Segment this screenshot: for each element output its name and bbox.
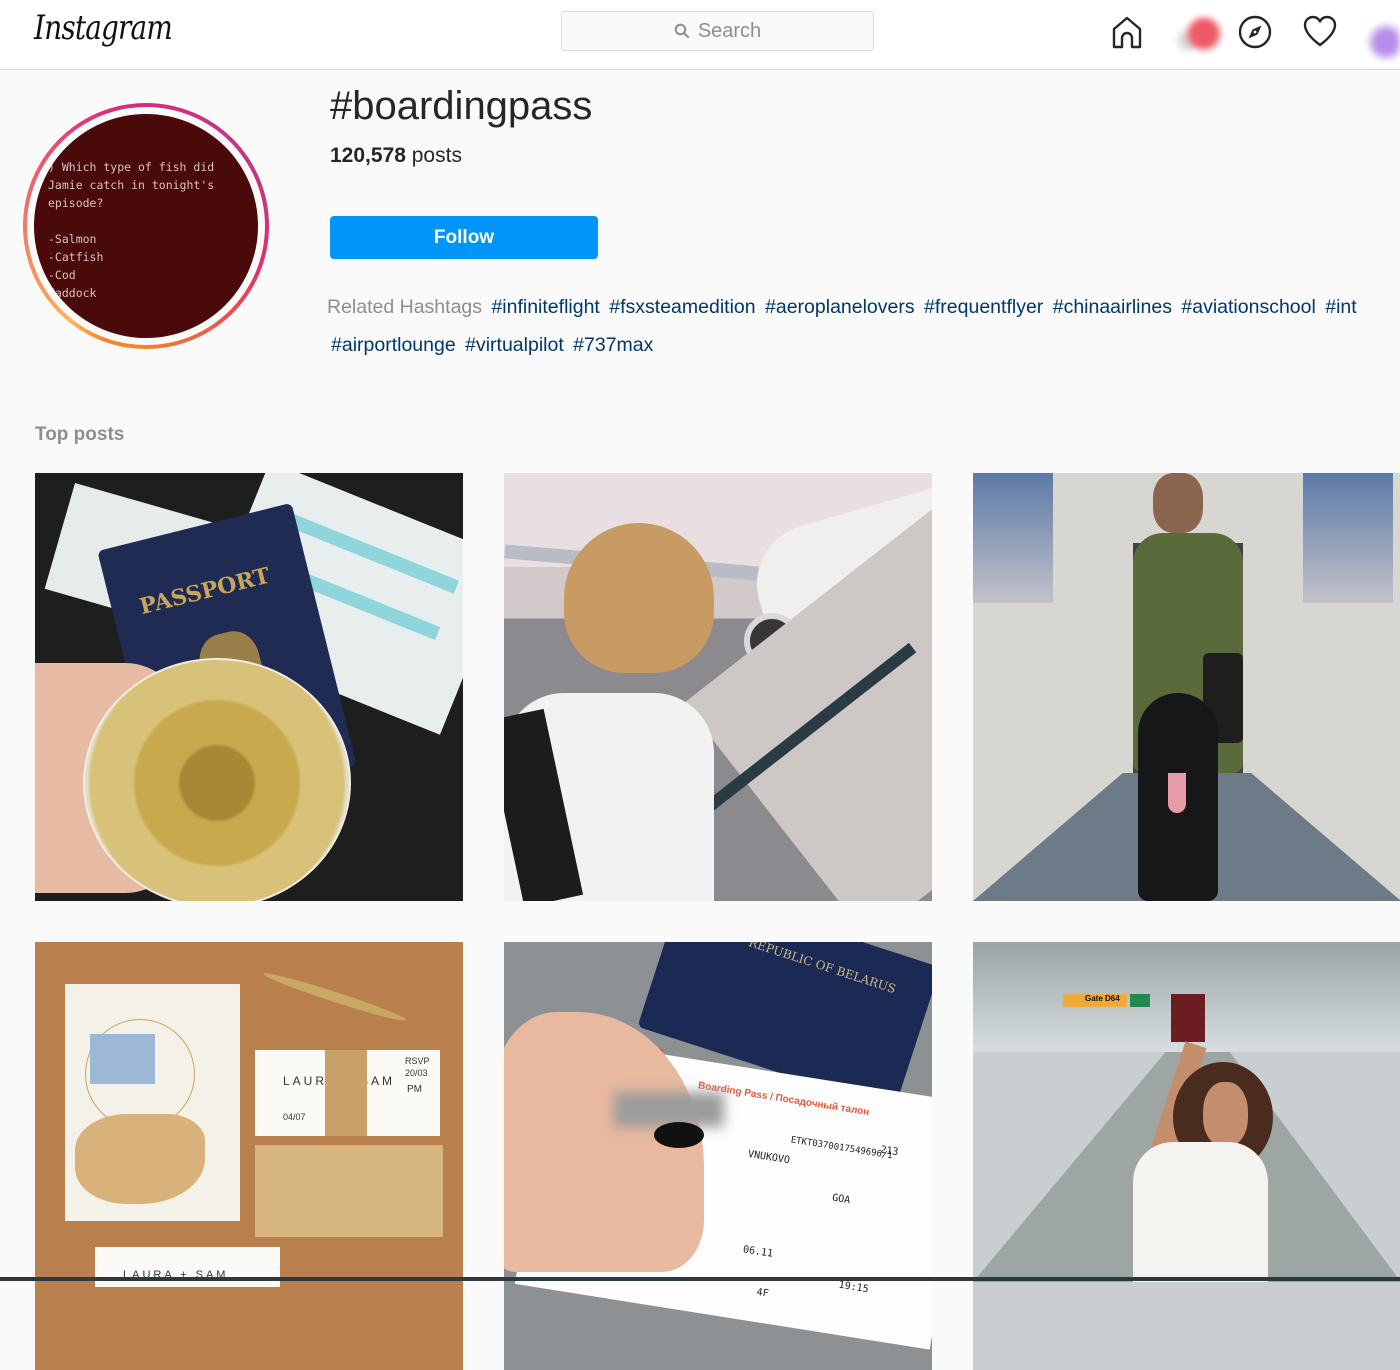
avatar[interactable] [1360,20,1400,64]
exit-sign [1130,994,1150,1007]
top-posts-heading: Top posts [35,424,125,445]
post-count-label: posts [405,144,462,167]
related-hashtags-label: Related Hashtags [327,296,483,318]
rsvp-date: 20/03 [405,1068,428,1078]
home-button[interactable] [1107,12,1147,52]
hashtag-link[interactable]: #frequentflyer [924,296,1043,318]
hashtag-link[interactable]: #fsxsteamedition [609,296,755,318]
map-invitation [65,984,240,1221]
wall-poster [1303,473,1393,603]
follow-button[interactable]: Follow [330,216,598,259]
compass-icon [1238,15,1272,49]
woman-face [1203,1082,1248,1147]
gate-sign: Gate D64 [1063,994,1127,1007]
hashtag-link[interactable]: #airportlounge [331,334,456,356]
passport-text: PASSPORT [137,562,273,621]
soldier-head [1153,473,1203,533]
explore-button[interactable] [1235,12,1275,52]
champagne-glass-image [83,658,351,901]
boarding-pass-invitation: LAURA + SAM RSVP 20/03 PM 04/07 [255,1050,440,1136]
page-title: #boardingpass [330,84,593,128]
post-thumbnail[interactable] [504,473,932,901]
ticket-from: VNUKOVO [747,1148,791,1167]
ticket-date: 06.11 [742,1244,774,1260]
hashtag-link[interactable]: #aviationschool [1181,296,1315,318]
ticket-to: GOA [831,1192,851,1207]
hashtag-link[interactable]: #int [1325,296,1356,318]
wall-poster [973,473,1053,603]
passport-image [1171,994,1205,1042]
hashtag-link[interactable]: #virtualpilot [465,334,564,356]
pm-text: PM [407,1084,422,1095]
woman-head [564,523,714,673]
ticket-seat: 4F [755,1286,770,1300]
ticket-time: 19:15 [837,1279,870,1296]
post-thumbnail[interactable]: LAURA + SAM RSVP 20/03 PM 04/07 LAURA + … [35,942,463,1370]
hashtag-link[interactable]: #chinaairlines [1053,296,1172,318]
post-thumbnail[interactable]: REPUBLIC OF BELARUS aviation services Bo… [504,942,932,1370]
post-thumbnail[interactable] [973,473,1400,901]
hashtag-link[interactable]: #aeroplanelovers [765,296,915,318]
passport-text: REPUBLIC OF BELARUS [746,942,898,997]
invitation-date: 04/07 [283,1112,306,1122]
top-navigation-bar: Instagram Search [0,0,1400,70]
post-thumbnail[interactable]: Gate D64 [973,942,1400,1370]
nav-icons [0,12,1400,64]
post-count-value: 120,578 [330,144,406,167]
blurred-name [614,1092,724,1127]
activity-button[interactable] [1300,12,1340,52]
dried-grass [262,969,408,1025]
direct-messages-button[interactable] [1168,16,1226,60]
envelope [255,1145,443,1237]
post-count: 120,578 posts [330,144,462,168]
home-icon [1112,16,1142,49]
woman-blouse [1133,1142,1268,1282]
post-thumbnail[interactable]: PASSPORT [35,473,463,901]
profile-image-text: ) Which type of fish did Jamie catch in … [48,160,215,300]
boarding-pass-invitation-2: LAURA + SAM [95,1247,280,1287]
rsvp-text: RSVP [405,1056,430,1066]
hashtag-link[interactable]: #infiniteflight [491,296,599,318]
bottom-bar [0,1277,1400,1281]
heart-icon [1303,15,1337,47]
hashtag-profile-image: ) Which type of fish did Jamie catch in … [23,103,269,349]
ticket-etkt: ETKT0370017549696/1 [789,1135,894,1162]
related-hashtags: Related Hashtags #infiniteflight #fsxste… [327,288,1400,364]
fingernail [654,1122,704,1148]
hashtag-link[interactable]: #737max [573,334,653,356]
dog-tongue [1168,773,1186,813]
